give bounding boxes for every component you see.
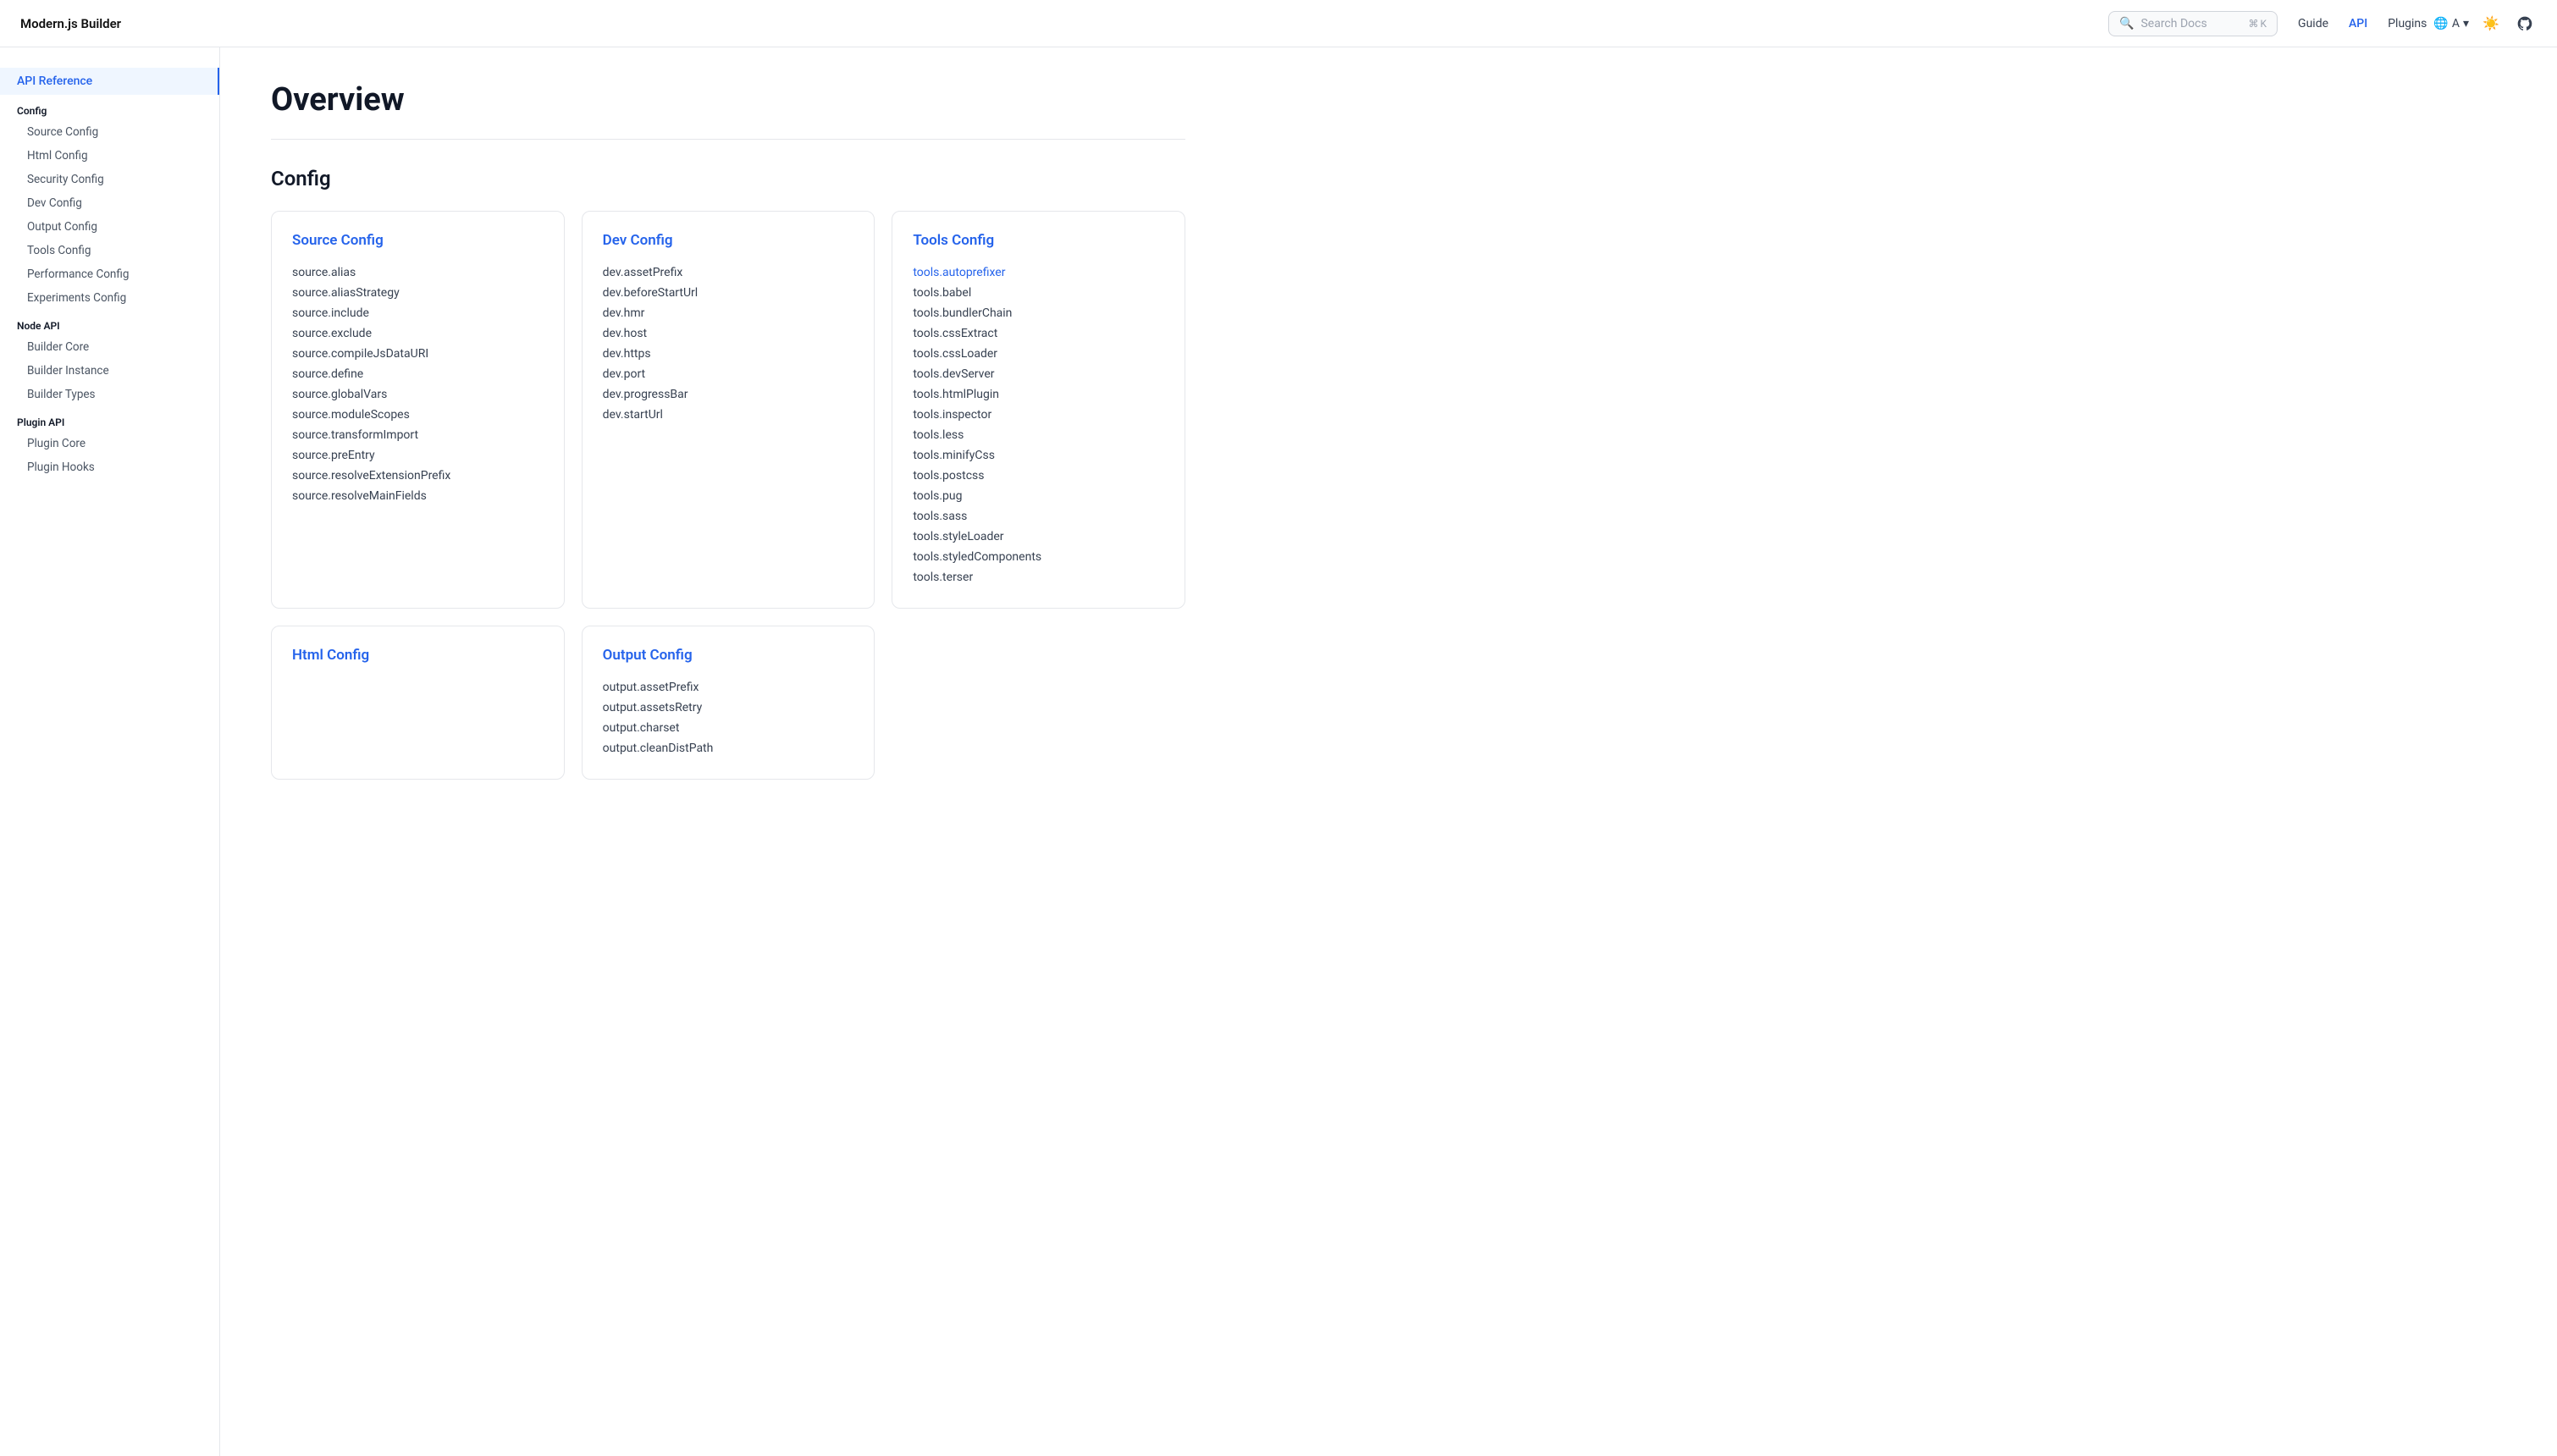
theme-toggle-icon[interactable]: ☀️ [2479,12,2503,36]
sidebar-section-plugin-api: Plugin API [0,406,219,432]
link-tools-less[interactable]: tools.less [913,425,1164,445]
nav-guide[interactable]: Guide [2298,17,2328,30]
header-action-icons: ☀️ [2479,12,2537,36]
link-output-charset[interactable]: output.charset [603,718,854,738]
bottom-cards-grid: Html Config Output Config output.assetPr… [271,626,1185,780]
config-section-title: Config [271,167,1185,190]
link-tools-autoprefixer[interactable]: tools.autoprefixer [913,262,1164,283]
link-source-exclude[interactable]: source.exclude [292,323,544,344]
link-tools-postcss[interactable]: tools.postcss [913,466,1164,486]
link-tools-styled-components[interactable]: tools.styledComponents [913,547,1164,567]
link-tools-pug[interactable]: tools.pug [913,486,1164,506]
sidebar-item-builder-instance[interactable]: Builder Instance [0,359,219,383]
language-selector[interactable]: 🌐 A ▾ [2433,17,2469,30]
search-icon: 🔍 [2119,17,2134,30]
lang-icon: 🌐 [2433,17,2448,30]
logo: Modern.js Builder [20,16,121,31]
sidebar-item-source-config[interactable]: Source Config [0,120,219,144]
output-config-card: Output Config output.assetPrefix output.… [582,626,875,780]
source-config-card-title[interactable]: Source Config [292,232,544,249]
link-source-alias-strategy[interactable]: source.aliasStrategy [292,283,544,303]
empty-column [892,626,1185,780]
search-bar[interactable]: 🔍 Search Docs ⌘ K [2108,11,2278,36]
link-output-asset-prefix[interactable]: output.assetPrefix [603,677,854,698]
sidebar-item-builder-types[interactable]: Builder Types [0,383,219,406]
sidebar-item-dev-config[interactable]: Dev Config [0,191,219,215]
divider [271,139,1185,140]
sidebar: API Reference Config Source Config Html … [0,47,220,1456]
link-source-transform-import[interactable]: source.transformImport [292,425,544,445]
link-source-resolve-main-fields[interactable]: source.resolveMainFields [292,486,544,506]
k-key: K [2261,18,2267,30]
nav-plugins[interactable]: Plugins [2388,17,2427,30]
link-tools-dev-server[interactable]: tools.devServer [913,364,1164,384]
link-dev-before-start-url[interactable]: dev.beforeStartUrl [603,283,854,303]
main-content: Overview Config Source Config source.ali… [220,47,1236,1456]
link-source-global-vars[interactable]: source.globalVars [292,384,544,405]
link-source-alias[interactable]: source.alias [292,262,544,283]
chevron-down-icon: ▾ [2463,17,2469,30]
link-dev-port[interactable]: dev.port [603,364,854,384]
header-nav: Guide API Plugins [2298,17,2427,30]
html-config-card: Html Config [271,626,565,780]
sidebar-item-performance-config[interactable]: Performance Config [0,262,219,286]
link-source-resolve-extension-prefix[interactable]: source.resolveExtensionPrefix [292,466,544,486]
link-tools-minify-css[interactable]: tools.minifyCss [913,445,1164,466]
link-tools-css-loader[interactable]: tools.cssLoader [913,344,1164,364]
sidebar-item-output-config[interactable]: Output Config [0,215,219,239]
link-dev-progress-bar[interactable]: dev.progressBar [603,384,854,405]
link-source-pre-entry[interactable]: source.preEntry [292,445,544,466]
link-source-compile-js-data-uri[interactable]: source.compileJsDataURI [292,344,544,364]
link-source-define[interactable]: source.define [292,364,544,384]
link-source-module-scopes[interactable]: source.moduleScopes [292,405,544,425]
link-dev-start-url[interactable]: dev.startUrl [603,405,854,425]
link-tools-css-extract[interactable]: tools.cssExtract [913,323,1164,344]
search-placeholder: Search Docs [2140,17,2241,30]
output-config-card-title[interactable]: Output Config [603,647,854,664]
header: Modern.js Builder 🔍 Search Docs ⌘ K Guid… [0,0,2557,47]
layout: API Reference Config Source Config Html … [0,47,2557,1456]
nav-api[interactable]: API [2349,17,2367,30]
sidebar-item-experiments-config[interactable]: Experiments Config [0,286,219,310]
sidebar-item-tools-config[interactable]: Tools Config [0,239,219,262]
link-dev-host[interactable]: dev.host [603,323,854,344]
link-tools-style-loader[interactable]: tools.styleLoader [913,527,1164,547]
cmd-key: ⌘ [2249,18,2259,30]
page-title: Overview [271,81,1185,119]
github-icon[interactable] [2513,12,2537,36]
search-shortcut: ⌘ K [2249,18,2267,30]
link-source-include[interactable]: source.include [292,303,544,323]
sidebar-item-html-config[interactable]: Html Config [0,144,219,168]
html-config-card-title[interactable]: Html Config [292,647,544,664]
sidebar-item-builder-core[interactable]: Builder Core [0,335,219,359]
dev-config-card-title[interactable]: Dev Config [603,232,854,249]
config-cards-grid: Source Config source.alias source.aliasS… [271,211,1185,609]
link-tools-babel[interactable]: tools.babel [913,283,1164,303]
source-config-card: Source Config source.alias source.aliasS… [271,211,565,609]
sidebar-item-plugin-hooks[interactable]: Plugin Hooks [0,455,219,479]
link-tools-inspector[interactable]: tools.inspector [913,405,1164,425]
sidebar-section-config: Config [0,95,219,120]
link-output-assets-retry[interactable]: output.assetsRetry [603,698,854,718]
lang-label: A [2452,17,2460,30]
sidebar-section-node-api: Node API [0,310,219,335]
tools-config-card-title[interactable]: Tools Config [913,232,1164,249]
link-tools-bundler-chain[interactable]: tools.bundlerChain [913,303,1164,323]
tools-config-card: Tools Config tools.autoprefixer tools.ba… [892,211,1185,609]
link-tools-html-plugin[interactable]: tools.htmlPlugin [913,384,1164,405]
link-dev-asset-prefix[interactable]: dev.assetPrefix [603,262,854,283]
link-dev-https[interactable]: dev.https [603,344,854,364]
dev-config-card: Dev Config dev.assetPrefix dev.beforeSta… [582,211,875,609]
link-tools-sass[interactable]: tools.sass [913,506,1164,527]
sidebar-item-plugin-core[interactable]: Plugin Core [0,432,219,455]
sidebar-item-api-reference[interactable]: API Reference [0,68,219,95]
link-tools-terser[interactable]: tools.terser [913,567,1164,587]
link-output-clean-dist-path[interactable]: output.cleanDistPath [603,738,854,758]
link-dev-hmr[interactable]: dev.hmr [603,303,854,323]
sidebar-item-security-config[interactable]: Security Config [0,168,219,191]
